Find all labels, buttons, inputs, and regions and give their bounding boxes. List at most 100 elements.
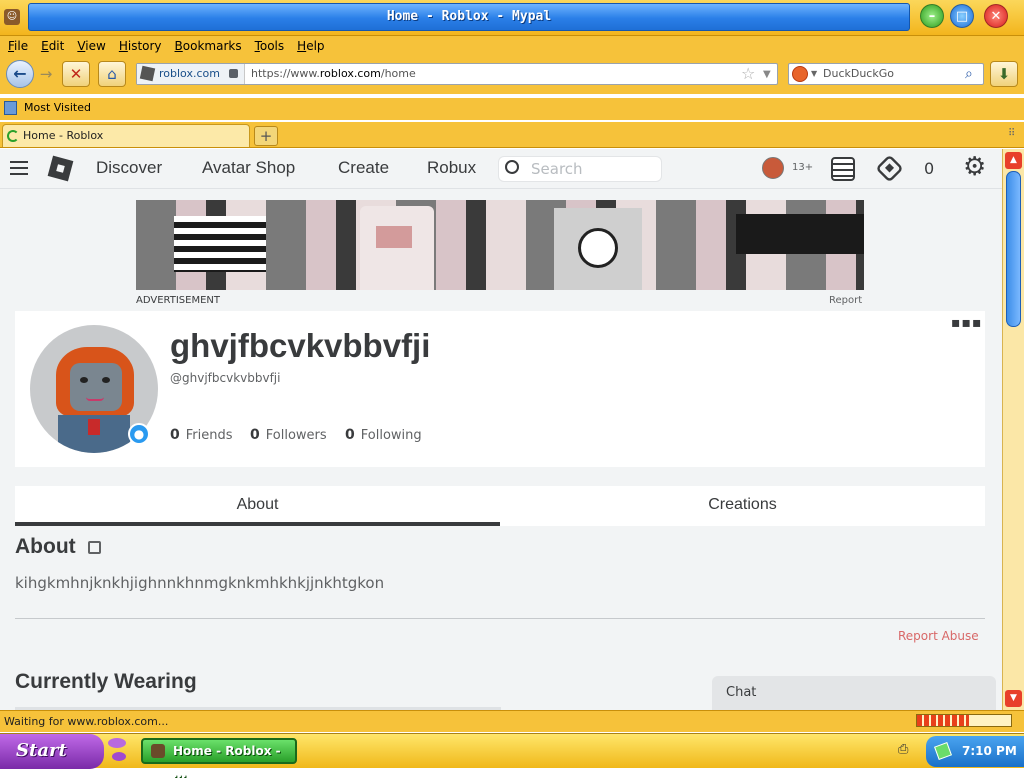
system-tray: 7:10 PM bbox=[926, 736, 1024, 767]
tray-printer-icon[interactable]: ⎙ bbox=[898, 742, 908, 757]
minimize-button[interactable]: – bbox=[920, 4, 944, 28]
profile-tabs: About Creations bbox=[15, 486, 985, 526]
home-icon: ⌂ bbox=[107, 65, 117, 83]
bookmarks-toolbar: Most Visited bbox=[0, 98, 1024, 120]
menu-help[interactable]: Help bbox=[289, 36, 329, 56]
url-dropdown-icon[interactable]: ▼ bbox=[763, 65, 771, 85]
url-path: /home bbox=[380, 67, 416, 80]
bookmark-folder-icon bbox=[4, 101, 17, 115]
report-abuse-link[interactable]: Report Abuse bbox=[898, 629, 979, 643]
close-window-button[interactable]: ✕ bbox=[984, 4, 1008, 28]
user-avatar-thumbnail[interactable] bbox=[762, 157, 784, 179]
quicklaunch-bubble-icon[interactable] bbox=[112, 752, 126, 761]
roblox-search-input[interactable]: Search bbox=[498, 156, 662, 182]
roblox-navbar: Discover Avatar Shop Create Robux Search… bbox=[0, 149, 1002, 189]
more-options-icon[interactable]: ▪▪▪ bbox=[951, 315, 982, 331]
magnifier-icon bbox=[505, 160, 519, 174]
stop-x-icon: ✕ bbox=[69, 65, 83, 83]
url-text[interactable]: https://www.roblox.com/home bbox=[251, 64, 416, 84]
network-icon[interactable] bbox=[934, 742, 952, 760]
scroll-up-arrow-icon[interactable]: ▲ bbox=[1005, 152, 1022, 169]
roblox-logo-icon[interactable] bbox=[47, 155, 74, 182]
url-domain: roblox.com bbox=[319, 67, 381, 80]
scroll-thumb[interactable] bbox=[1006, 171, 1021, 327]
menu-edit[interactable]: Edit bbox=[33, 36, 69, 56]
stop-button[interactable]: ✕ bbox=[62, 61, 90, 87]
menu-history[interactable]: History bbox=[111, 36, 167, 56]
nav-create[interactable]: Create bbox=[338, 158, 389, 178]
menu-view[interactable]: View bbox=[69, 36, 110, 56]
tab-list-icon[interactable]: ⠿ bbox=[1008, 128, 1015, 139]
quicklaunch-bubble-icon[interactable] bbox=[108, 738, 126, 748]
start-button[interactable]: Start bbox=[0, 734, 104, 769]
tab-home-roblox[interactable]: Home - Roblox bbox=[2, 124, 250, 147]
download-button[interactable]: ⬇ bbox=[990, 61, 1018, 87]
status-text: Waiting for www.roblox.com... bbox=[4, 715, 169, 728]
friends-label: Friends bbox=[185, 428, 233, 443]
menu-file[interactable]: File bbox=[0, 36, 33, 56]
back-arrow-icon: ← bbox=[13, 64, 27, 83]
web-page: Discover Avatar Shop Create Robux Search… bbox=[0, 149, 1002, 710]
tab-creations[interactable]: Creations bbox=[500, 486, 985, 526]
plus-icon: + bbox=[259, 127, 273, 145]
title-strip: Home - Roblox - Mypal bbox=[28, 3, 910, 31]
settings-gear-icon[interactable]: ⚙ bbox=[963, 152, 986, 182]
chat-label: Chat bbox=[726, 685, 757, 700]
followers-stat[interactable]: 0 Followers bbox=[250, 427, 327, 443]
forward-arrow-icon: → bbox=[39, 65, 53, 83]
bookmark-star-icon[interactable]: ☆ bbox=[741, 64, 755, 84]
back-button[interactable]: ← bbox=[6, 60, 34, 88]
tab-about[interactable]: About bbox=[15, 486, 500, 526]
chat-widget[interactable]: Chat bbox=[712, 676, 996, 710]
site-label: roblox.com bbox=[159, 67, 220, 80]
following-count: 0 bbox=[345, 427, 355, 443]
online-status-person-icon: ● bbox=[128, 423, 150, 445]
following-stat[interactable]: 0 Following bbox=[345, 427, 422, 443]
advertisement-banner[interactable] bbox=[136, 200, 864, 290]
about-description: kihgkmhnjknkhjighnnkhnmgknkmhkhkjjnkhtgk… bbox=[15, 574, 385, 592]
robux-balance: 0 bbox=[924, 159, 935, 178]
friends-stat[interactable]: 0 Friends bbox=[170, 427, 233, 443]
new-tab-button[interactable]: + bbox=[254, 126, 278, 146]
home-button[interactable]: ⌂ bbox=[98, 61, 126, 87]
search-engine-bar[interactable]: ▼ DuckDuckGo ⌕ bbox=[788, 63, 984, 85]
clock[interactable]: 7:10 PM bbox=[962, 744, 1017, 758]
about-heading: About bbox=[15, 535, 76, 558]
profile-username: @ghvjfbcvkvbbvfji bbox=[170, 371, 281, 385]
nav-avatar-shop[interactable]: Avatar Shop bbox=[202, 158, 295, 178]
menu-bar: File Edit View History Bookmarks Tools Help bbox=[0, 36, 1024, 56]
nav-discover[interactable]: Discover bbox=[96, 158, 162, 178]
window-title: Home - Roblox - Mypal bbox=[386, 9, 552, 24]
hamburger-menu-icon[interactable] bbox=[10, 161, 28, 175]
followers-count: 0 bbox=[250, 427, 260, 443]
forward-button[interactable]: → bbox=[34, 62, 58, 88]
engine-dropdown-icon[interactable]: ▼ bbox=[811, 64, 817, 84]
vertical-scrollbar[interactable]: ▲ ▼ bbox=[1002, 149, 1024, 710]
profile-header-card: ● ghvjfbcvkvbbvfji @ghvjfbcvkvbbvfji 0 Fr… bbox=[15, 311, 985, 467]
edit-pencil-icon[interactable] bbox=[87, 540, 101, 554]
roblox-favicon bbox=[139, 65, 156, 82]
search-icon[interactable]: ⌕ bbox=[965, 64, 973, 84]
search-placeholder: Search bbox=[531, 160, 583, 178]
tab-label: Home - Roblox bbox=[23, 129, 104, 142]
mypal-app-icon[interactable]: ☺ bbox=[4, 9, 20, 25]
following-label: Following bbox=[360, 428, 422, 443]
ad-report-link[interactable]: Report bbox=[829, 295, 862, 306]
nav-robux[interactable]: Robux bbox=[427, 158, 476, 178]
url-prefix: https://www. bbox=[251, 67, 320, 80]
messages-list-icon[interactable] bbox=[831, 157, 855, 181]
taskbar-item-label: Home - Roblox - ... bbox=[173, 744, 281, 780]
robux-icon[interactable] bbox=[875, 154, 904, 183]
taskbar-window-item[interactable]: Home - Roblox - ... bbox=[141, 738, 297, 780]
menu-bookmarks[interactable]: Bookmarks bbox=[167, 36, 247, 56]
most-visited-bookmark[interactable]: Most Visited bbox=[24, 101, 91, 114]
status-bar: Waiting for www.roblox.com... bbox=[0, 710, 1024, 732]
scroll-down-arrow-icon[interactable]: ▼ bbox=[1005, 690, 1022, 707]
maximize-button[interactable]: □ bbox=[950, 4, 974, 28]
progress-fill bbox=[917, 715, 969, 726]
currently-wearing-title: Currently Wearing bbox=[15, 670, 197, 693]
url-bar[interactable]: roblox.com https://www.roblox.com/home ☆… bbox=[136, 63, 778, 85]
site-identity[interactable]: roblox.com bbox=[137, 64, 245, 84]
menu-tools[interactable]: Tools bbox=[247, 36, 290, 56]
mypal-task-icon bbox=[151, 744, 165, 758]
